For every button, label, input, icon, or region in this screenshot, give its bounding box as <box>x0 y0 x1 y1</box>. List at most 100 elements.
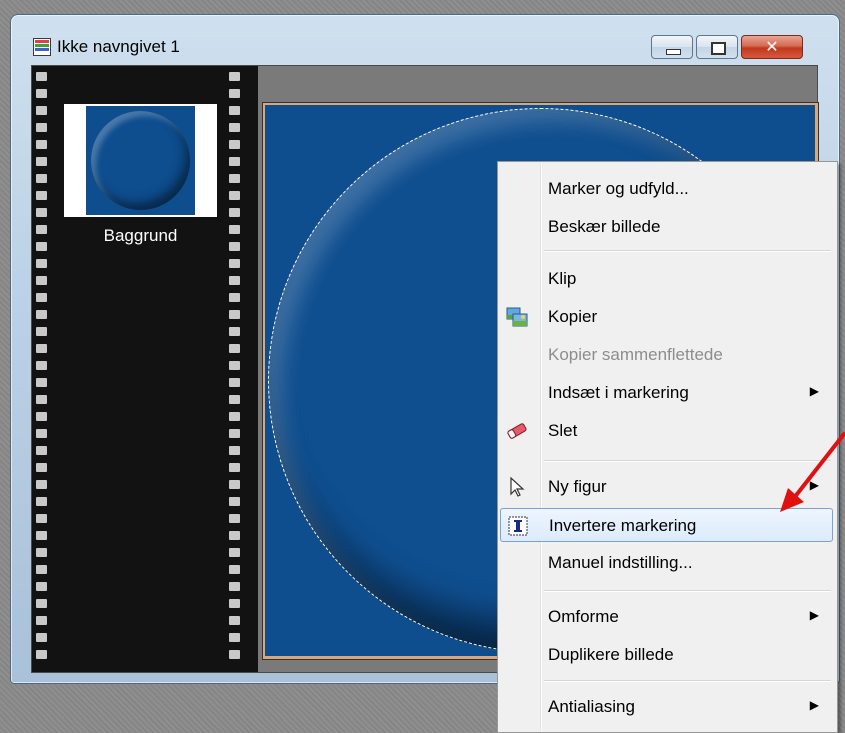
film-sprocket-hole <box>229 361 240 370</box>
film-sprocket-hole <box>229 497 240 506</box>
film-sprocket-hole <box>36 72 47 81</box>
menu-item-label: Kopier <box>548 307 598 326</box>
submenu-arrow-icon: ▶ <box>809 608 819 622</box>
close-button[interactable]: ✕ <box>741 35 803 59</box>
film-sprocket-hole <box>229 208 240 217</box>
film-sprocket-hole <box>229 463 240 472</box>
film-sprocket-hole <box>36 514 47 523</box>
film-sprocket-hole <box>229 480 240 489</box>
film-sprocket-hole <box>36 344 47 353</box>
film-sprocket-hole <box>229 429 240 438</box>
film-sprocket-hole <box>229 327 240 336</box>
menu-item-manual-setting[interactable]: Manuel indstilling... <box>500 546 833 580</box>
film-sprocket-hole <box>36 191 47 200</box>
film-sprocket-hole <box>36 242 47 251</box>
film-sprocket-hole <box>229 378 240 387</box>
film-sprocket-hole <box>229 310 240 319</box>
film-sprocket-hole <box>36 463 47 472</box>
film-sprocket-hole <box>229 650 240 659</box>
menu-item-label: Manuel indstilling... <box>548 553 693 572</box>
menu-item-label: Kopier sammenflettede <box>548 345 723 364</box>
film-sprocket-hole <box>229 582 240 591</box>
film-sprocket-hole <box>229 446 240 455</box>
film-sprocket-hole <box>229 191 240 200</box>
filmstrip-sprockets-right <box>229 72 241 667</box>
annotation-arrow-icon <box>780 432 845 512</box>
app-icon <box>33 38 51 56</box>
film-sprocket-hole <box>229 276 240 285</box>
menu-item-label: Beskær billede <box>548 217 661 236</box>
menu-item-label: Omforme <box>548 607 619 626</box>
menu-separator <box>544 250 831 252</box>
film-sprocket-hole <box>36 310 47 319</box>
film-sprocket-hole <box>229 514 240 523</box>
film-sprocket-hole <box>36 361 47 370</box>
menu-item-transform[interactable]: Omforme ▶ <box>500 600 833 634</box>
film-sprocket-hole <box>36 480 47 489</box>
menu-item-label: Marker og udfyld... <box>548 179 689 198</box>
close-icon: ✕ <box>765 37 779 56</box>
film-sprocket-hole <box>36 616 47 625</box>
minimize-button[interactable] <box>651 35 693 59</box>
film-sprocket-hole <box>36 531 47 540</box>
layer-thumbnail[interactable] <box>64 104 217 217</box>
film-sprocket-hole <box>229 174 240 183</box>
film-sprocket-hole <box>36 89 47 98</box>
pointer-icon <box>510 476 525 497</box>
film-sprocket-hole <box>229 599 240 608</box>
menu-separator <box>544 590 831 592</box>
menu-item-copy[interactable]: Kopier <box>500 300 833 334</box>
film-sprocket-hole <box>36 429 47 438</box>
thumbnail-circle <box>91 111 190 210</box>
title-bar[interactable]: Ikke navngivet 1 ✕ <box>11 15 839 65</box>
film-sprocket-hole <box>36 259 47 268</box>
film-sprocket-hole <box>36 208 47 217</box>
maximize-button[interactable] <box>696 35 738 59</box>
film-sprocket-hole <box>36 497 47 506</box>
film-sprocket-hole <box>229 633 240 642</box>
film-sprocket-hole <box>229 157 240 166</box>
menu-item-label: Duplikere billede <box>548 645 674 664</box>
menu-item-duplicate-image[interactable]: Duplikere billede <box>500 638 833 672</box>
film-sprocket-hole <box>36 140 47 149</box>
film-sprocket-hole <box>36 650 47 659</box>
menu-item-paste-into-selection[interactable]: Indsæt i markering ▶ <box>500 376 833 410</box>
film-sprocket-hole <box>229 242 240 251</box>
film-sprocket-hole <box>229 123 240 132</box>
menu-item-crop-image[interactable]: Beskær billede <box>500 210 833 244</box>
invert-selection-icon <box>508 516 528 536</box>
filmstrip-sprockets-left <box>36 72 48 667</box>
layer-thumbnail-image <box>86 106 195 215</box>
film-sprocket-hole <box>36 395 47 404</box>
layer-filmstrip: Baggrund <box>32 66 258 672</box>
eraser-icon <box>507 423 527 439</box>
menu-item-label: Indsæt i markering <box>548 383 689 402</box>
film-sprocket-hole <box>36 123 47 132</box>
film-sprocket-hole <box>36 378 47 387</box>
film-sprocket-hole <box>229 72 240 81</box>
film-sprocket-hole <box>36 293 47 302</box>
film-sprocket-hole <box>36 446 47 455</box>
film-sprocket-hole <box>229 548 240 557</box>
menu-item-mark-and-fill[interactable]: Marker og udfyld... <box>500 172 833 206</box>
layer-name[interactable]: Baggrund <box>64 226 217 246</box>
menu-separator <box>544 680 831 682</box>
film-sprocket-hole <box>36 582 47 591</box>
menu-item-cut[interactable]: Klip <box>500 262 833 296</box>
film-sprocket-hole <box>229 344 240 353</box>
film-sprocket-hole <box>36 412 47 421</box>
window-title: Ikke navngivet 1 <box>57 37 180 56</box>
menu-item-label: Antialiasing <box>548 697 635 716</box>
menu-item-label: Klip <box>548 269 577 288</box>
film-sprocket-hole <box>229 293 240 302</box>
film-sprocket-hole <box>229 89 240 98</box>
menu-item-label: Invertere markering <box>549 516 697 535</box>
submenu-arrow-icon: ▶ <box>809 384 819 398</box>
film-sprocket-hole <box>36 225 47 234</box>
menu-item-label: Slet <box>548 421 578 440</box>
copy-image-icon <box>506 307 528 327</box>
film-sprocket-hole <box>229 395 240 404</box>
film-sprocket-hole <box>36 157 47 166</box>
film-sprocket-hole <box>36 633 47 642</box>
menu-item-label: Ny figur <box>548 477 607 496</box>
